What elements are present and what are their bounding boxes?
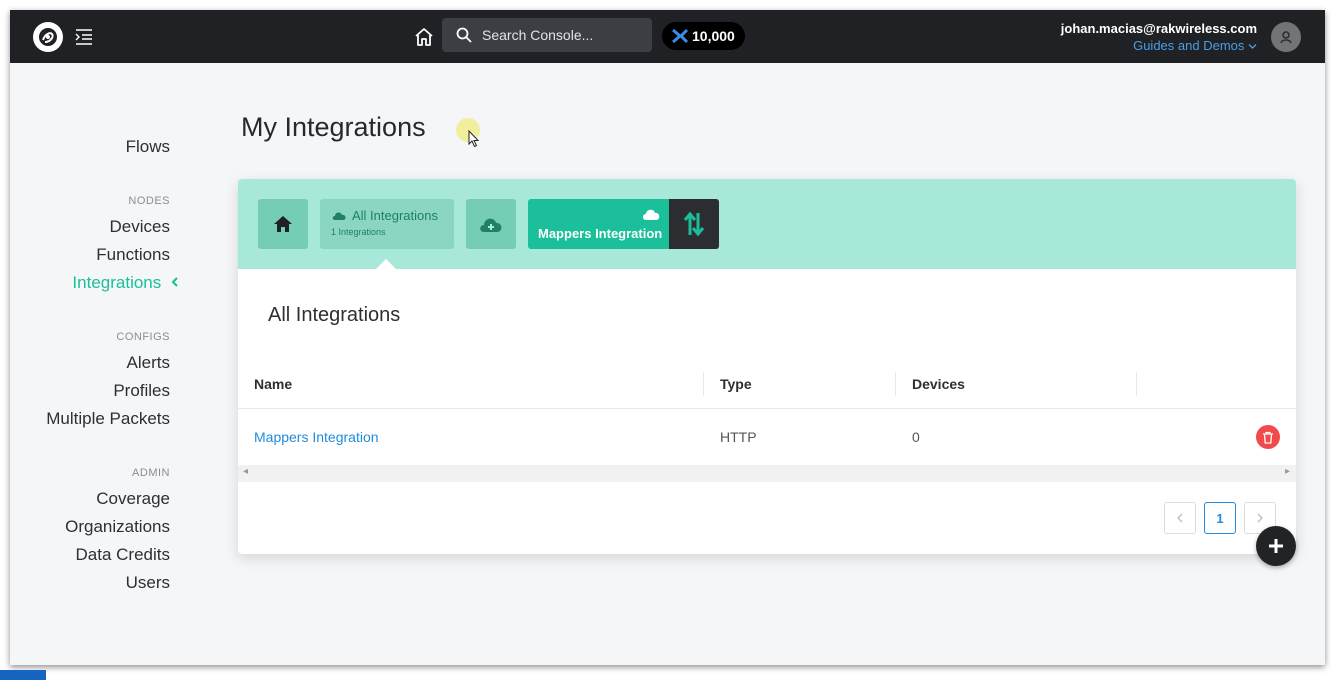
column-header-type[interactable]: Type	[720, 359, 752, 409]
chevron-down-icon	[1248, 44, 1257, 49]
cloud-icon	[332, 212, 346, 220]
cloud-icon	[643, 209, 660, 220]
sidebar-item-devices[interactable]: Devices	[110, 217, 170, 237]
table-header: Name Type Devices	[238, 359, 1296, 409]
sidebar-item-organizations[interactable]: Organizations	[65, 517, 170, 537]
integrations-table: Name Type Devices Mappers Integration HT…	[238, 359, 1296, 465]
sidebar-heading-nodes: NODES	[128, 195, 170, 207]
add-integration-tab[interactable]	[466, 199, 516, 249]
sidebar-item-integrations[interactable]: Integrations	[72, 273, 180, 293]
sidebar-item-alerts[interactable]: Alerts	[127, 353, 170, 373]
sidebar-heading-admin: ADMIN	[132, 467, 170, 479]
sidebar-item-flows[interactable]: Flows	[126, 137, 170, 157]
menu-collapse-icon[interactable]	[74, 25, 94, 47]
column-divider	[1136, 372, 1137, 396]
integrations-card: All Integrations 1 Integrations Mappers …	[238, 179, 1296, 554]
add-button[interactable]	[1256, 526, 1296, 566]
sidebar-item-profiles[interactable]: Profiles	[113, 381, 170, 401]
sidebar-heading-configs: CONFIGS	[116, 331, 170, 343]
sidebar-item-multiple-packets[interactable]: Multiple Packets	[46, 409, 170, 429]
integration-devices-cell: 0	[912, 429, 920, 445]
delete-integration-button[interactable]	[1256, 425, 1280, 449]
home-icon	[274, 216, 292, 232]
tab-home[interactable]	[258, 199, 308, 249]
taskbar-fragment	[0, 670, 46, 680]
sidebar-item-coverage[interactable]: Coverage	[96, 489, 170, 509]
chevron-left-icon	[1177, 513, 1183, 523]
integrations-tab-bar: All Integrations 1 Integrations Mappers …	[238, 179, 1296, 270]
table-row[interactable]: Mappers Integration HTTP 0	[238, 409, 1296, 465]
user-menu[interactable]: johan.macias@rakwireless.com Guides and …	[1061, 21, 1257, 53]
search-bar[interactable]	[442, 18, 652, 52]
pagination-page-current[interactable]: 1	[1204, 502, 1236, 534]
console-window: 10,000 johan.macias@rakwireless.com Guid…	[10, 10, 1325, 665]
trash-icon	[1263, 431, 1273, 444]
tab-mappers-integration-label: Mappers Integration	[538, 226, 663, 241]
sidebar-item-integrations-label: Integrations	[72, 273, 162, 292]
http-transfer-icon	[669, 199, 719, 249]
column-header-name[interactable]: Name	[254, 359, 292, 409]
guides-dropdown[interactable]: Guides and Demos	[1061, 38, 1257, 53]
scroll-right-icon[interactable]: ▸	[1285, 466, 1290, 477]
sidebar-item-users[interactable]: Users	[126, 573, 170, 593]
cloud-add-icon	[480, 218, 502, 232]
helium-x-icon	[672, 28, 689, 44]
guides-label: Guides and Demos	[1133, 38, 1245, 53]
helium-logo-icon[interactable]	[33, 22, 63, 52]
user-email: johan.macias@rakwireless.com	[1060, 21, 1257, 36]
search-icon	[456, 27, 472, 43]
tab-pointer	[375, 259, 397, 270]
integration-name-link[interactable]: Mappers Integration	[254, 429, 379, 445]
tab-all-integrations-label: All Integrations	[352, 208, 438, 223]
horizontal-scrollbar[interactable]: ◂ ▸	[238, 465, 1296, 482]
page-title: My Integrations	[241, 112, 426, 142]
data-credits-badge[interactable]: 10,000	[662, 22, 745, 50]
column-divider	[895, 372, 896, 396]
search-input[interactable]	[482, 27, 632, 43]
sidebar-item-data-credits[interactable]: Data Credits	[76, 545, 170, 565]
tab-all-integrations-count: 1 Integrations	[331, 227, 386, 237]
chevron-right-icon	[1257, 513, 1263, 523]
plus-icon	[1269, 539, 1283, 553]
user-icon	[1280, 31, 1292, 44]
column-header-devices[interactable]: Devices	[912, 359, 965, 409]
scroll-left-icon[interactable]: ◂	[243, 466, 248, 477]
pagination-prev-button[interactable]	[1164, 502, 1196, 534]
column-divider	[703, 372, 704, 396]
integration-type-cell: HTTP	[720, 429, 757, 445]
tab-mappers-integration[interactable]: Mappers Integration	[528, 199, 719, 249]
data-credits-value: 10,000	[692, 28, 735, 44]
tab-all-integrations[interactable]: All Integrations 1 Integrations	[320, 199, 454, 249]
top-bar: 10,000 johan.macias@rakwireless.com Guid…	[10, 10, 1325, 63]
sidebar-item-functions[interactable]: Functions	[96, 245, 170, 265]
home-icon[interactable]	[412, 25, 436, 49]
mouse-cursor-icon	[468, 130, 480, 148]
section-title: All Integrations	[268, 304, 401, 326]
integration-name-cell[interactable]: Mappers Integration	[254, 409, 379, 465]
chevron-left-icon	[171, 277, 178, 287]
avatar[interactable]	[1271, 22, 1301, 52]
